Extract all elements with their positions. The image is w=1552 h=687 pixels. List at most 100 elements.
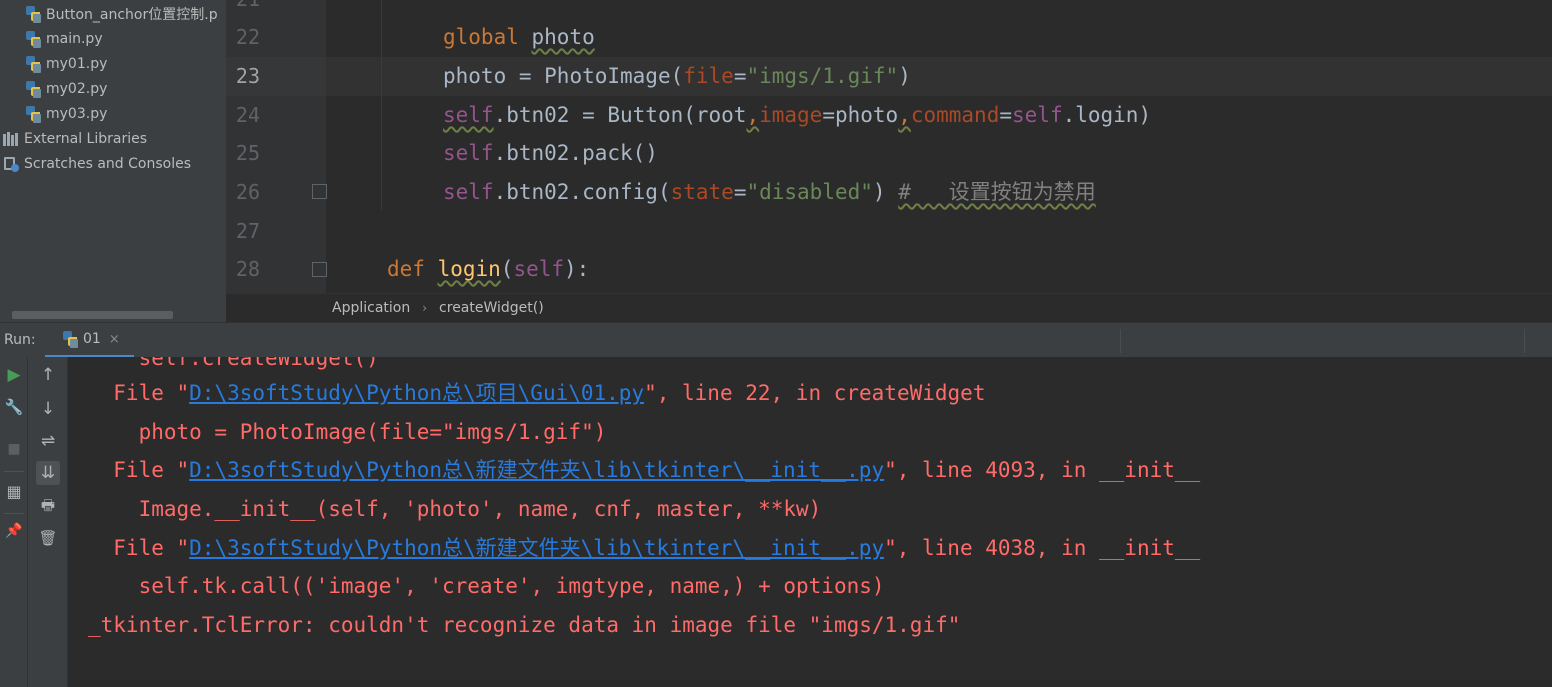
parameter: image (759, 103, 823, 127)
self-keyword: self (443, 180, 494, 204)
code-text: .btn02.pack() (493, 141, 658, 165)
line-number: 27 (235, 219, 260, 243)
punctuation: ( (500, 257, 514, 281)
breadcrumb-item-createwidget[interactable]: createWidget() (439, 300, 544, 316)
console-file-link[interactable]: D:\3softStudy\Python总\新建文件夹\lib\tkinter\… (189, 458, 884, 482)
console-line: photo = PhotoImage(file="imgs/1.gif") (88, 420, 607, 444)
operator: = (733, 180, 747, 204)
print-icon[interactable]: 🖶 (36, 495, 60, 519)
python-file-icon (24, 30, 42, 48)
library-icon (2, 130, 22, 148)
run-console-toolbar: ↑ ↓ ⇌ ⇊ 🖶 🗑 (28, 357, 68, 687)
code-text: =photo (822, 103, 899, 127)
tree-item-my03-py[interactable]: my03.py (24, 101, 107, 126)
tree-item-main-py[interactable]: main.py (24, 26, 103, 51)
tree-item-my01-py[interactable]: my01.py (24, 51, 107, 76)
pin-icon[interactable]: 📌 (2, 519, 26, 543)
tree-item-my02-py[interactable]: my02.py (24, 76, 107, 101)
scroll-to-end-icon[interactable]: ⇊ (36, 461, 60, 485)
code-line-28: def login(self): (387, 250, 589, 289)
tree-item-label: Button_anchor位置控制.p (46, 6, 218, 23)
self-keyword: self (1012, 103, 1063, 127)
keyword-def: def (387, 257, 438, 281)
layout-icon[interactable]: ▦ (2, 479, 26, 503)
tree-item-label: my01.py (46, 55, 108, 72)
down-arrow-icon[interactable]: ↓ (36, 397, 60, 421)
python-file-icon (24, 5, 42, 23)
console-file-link[interactable]: D:\3softStudy\Python总\新建文件夹\lib\tkinter\… (189, 536, 884, 560)
breadcrumb-separator: › (422, 301, 428, 315)
line-number: 22 (235, 25, 260, 49)
string-literal: "disabled" (746, 180, 873, 204)
identifier: photo (531, 25, 595, 49)
pane-divider (1120, 329, 1121, 353)
code-line-26: self.btn02.config(state="disabled") # 设置… (443, 173, 1096, 212)
breadcrumb: Application › createWidget() (226, 293, 1552, 322)
toolbar-separator (4, 513, 24, 514)
comma: , (898, 103, 911, 127)
project-horizontal-scrollbar[interactable] (12, 311, 173, 319)
code-editor[interactable]: 21 22 23 24 25 26 27 28 global photo pho… (226, 0, 1552, 293)
operator: = (506, 64, 545, 88)
wrench-icon[interactable]: 🔧 (2, 395, 26, 419)
console-line: File "D:\3softStudy\Python总\新建文件夹\lib\tk… (88, 451, 1200, 490)
python-file-icon (24, 80, 42, 98)
scratches-icon (2, 155, 22, 173)
tree-item-scratches-consoles[interactable]: Scratches and Consoles (2, 151, 191, 176)
up-arrow-icon[interactable]: ↑ (36, 363, 60, 387)
identifier: photo (443, 64, 507, 88)
string-literal: "imgs/1.gif" (746, 64, 899, 88)
tree-item-label: my03.py (46, 105, 108, 122)
console-error-line: _tkinter.TclError: couldn't recognize da… (88, 613, 961, 637)
trash-icon[interactable]: 🗑 (36, 526, 60, 550)
run-label: Run: (4, 332, 36, 348)
code-text: .btn02 = Button(root (493, 103, 747, 127)
console-line: Image.__init__(self, 'photo', name, cnf,… (88, 497, 822, 521)
tree-item-label: main.py (46, 30, 103, 47)
tree-item-button-anchor[interactable]: Button_anchor位置控制.p (24, 1, 218, 26)
parameter: command (910, 103, 1000, 127)
fold-start-marker[interactable] (312, 262, 327, 277)
self-keyword: self (443, 141, 494, 165)
line-number: 26 (235, 180, 260, 204)
editor-gutter: 21 22 23 24 25 26 27 28 (226, 0, 327, 293)
soft-wrap-icon[interactable]: ⇌ (36, 429, 60, 453)
self-keyword: self (443, 103, 494, 127)
console-file-link[interactable]: D:\3softStudy\Python总\项目\Gui\01.py (189, 381, 644, 405)
run-tab-label: 01 (83, 331, 101, 347)
close-icon[interactable]: × (109, 332, 120, 347)
toolbar-separator (4, 471, 24, 472)
stop-icon[interactable]: ■ (2, 437, 26, 461)
console-line: self.tk.call(('image', 'create', imgtype… (88, 574, 885, 598)
operator: = (733, 64, 747, 88)
console-line: File "D:\3softStudy\Python总\新建文件夹\lib\tk… (88, 529, 1200, 568)
punctuation: ) (898, 64, 911, 88)
python-file-icon (24, 105, 42, 123)
console-text: ", line 4038, in __init__ (884, 536, 1201, 560)
tree-item-label: my02.py (46, 80, 108, 97)
line-number: 28 (235, 257, 260, 281)
rerun-icon[interactable]: ▶ (2, 363, 26, 387)
tree-item-label: Scratches and Consoles (24, 155, 191, 172)
fold-end-marker[interactable] (312, 184, 327, 199)
project-tool-window: Button_anchor位置控制.p main.py my01.py my02… (0, 0, 226, 322)
breadcrumb-item-application[interactable]: Application (332, 300, 410, 316)
run-tab-01[interactable]: 01 × (45, 323, 134, 358)
tree-item-external-libraries[interactable]: External Libraries (2, 126, 147, 151)
comment: # 设置按钮为禁用 (898, 180, 1096, 204)
code-text: .login) (1062, 103, 1152, 127)
code-line-23: photo = PhotoImage(file="imgs/1.gif") (443, 57, 911, 96)
parameter: file (683, 64, 734, 88)
self-keyword: self (513, 257, 565, 281)
parameter: state (670, 180, 734, 204)
run-tool-window-header: Run: 01 × (0, 322, 1552, 358)
code-line-24: self.btn02 = Button(root,image=photo,com… (443, 96, 1151, 135)
punctuation: ) (872, 180, 899, 204)
line-number-current: 23 (235, 64, 260, 88)
console-text: File " (88, 381, 190, 405)
console-text: File " (88, 536, 190, 560)
code-line-22: global photo (443, 18, 595, 57)
run-console-output[interactable]: self.createWidget() File "D:\3softStudy\… (68, 357, 1552, 687)
line-number: 21 (226, 0, 260, 19)
operator: = (999, 103, 1013, 127)
